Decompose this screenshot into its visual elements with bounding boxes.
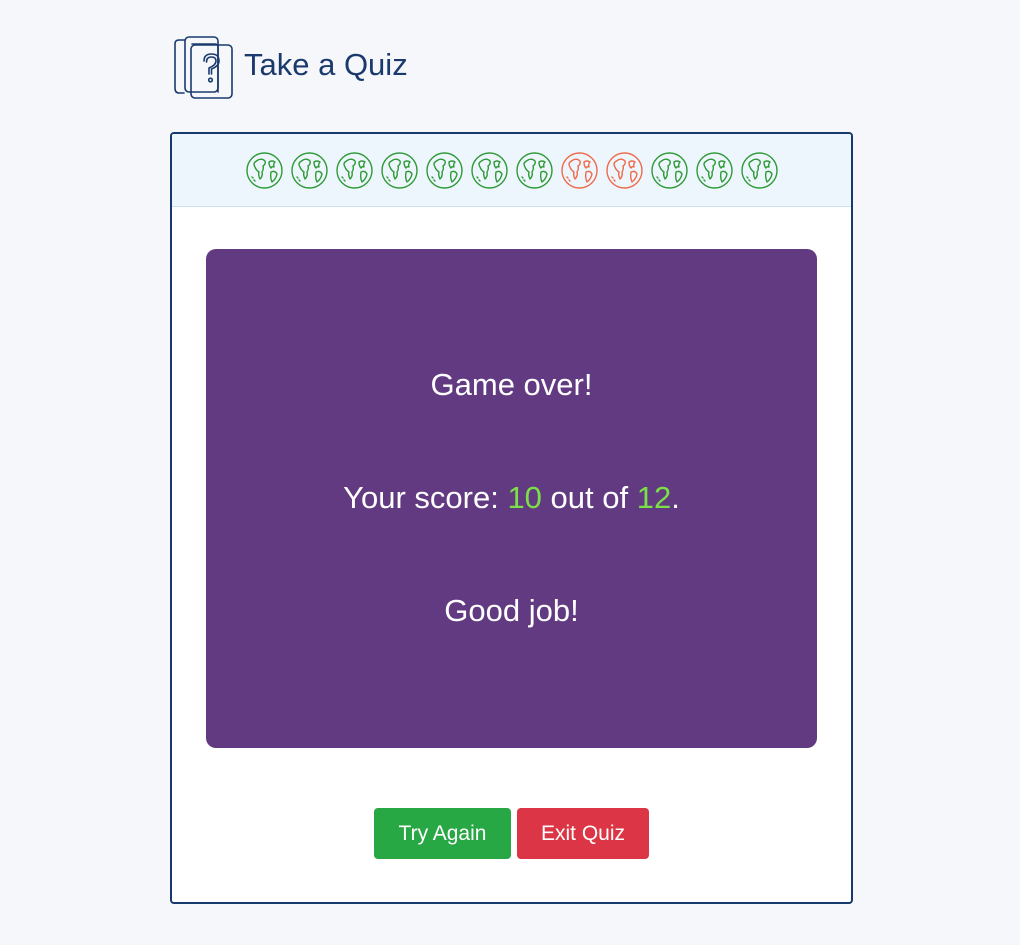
- globe-icon: [560, 151, 598, 189]
- feedback-message: Good job!: [444, 593, 579, 628]
- score-middle: out of: [541, 480, 637, 515]
- globe-icon: [380, 151, 418, 189]
- globe-icon: [335, 151, 373, 189]
- question-progress-bar: [172, 134, 851, 207]
- globe-icon: [290, 151, 328, 189]
- score-suffix: .: [671, 480, 680, 515]
- score-total: 12: [636, 480, 672, 515]
- globe-icon: [740, 151, 778, 189]
- score-value: 10: [507, 480, 542, 515]
- game-over-text: Game over!: [430, 367, 593, 402]
- globe-icon: [245, 151, 283, 189]
- exit-quiz-button[interactable]: Exit Quiz: [517, 808, 649, 859]
- globe-icon: [650, 151, 688, 189]
- page-title: Take a Quiz: [244, 46, 408, 82]
- quiz-card: Game over! Your score: 10 out of 12. Goo…: [170, 132, 853, 904]
- page-header: Take a Quiz: [172, 35, 408, 99]
- globe-icon: [515, 151, 553, 189]
- result-panel: Game over! Your score: 10 out of 12. Goo…: [206, 249, 817, 748]
- score-prefix: Your score:: [343, 480, 508, 515]
- globe-icon: [605, 151, 643, 189]
- globe-icon: [425, 151, 463, 189]
- question-cards-icon: [174, 36, 233, 99]
- try-again-button[interactable]: Try Again: [374, 808, 511, 859]
- globe-icon: [470, 151, 508, 189]
- action-buttons: Try Again Exit Quiz: [172, 808, 851, 859]
- score-text: Your score: 10 out of 12.: [206, 482, 817, 513]
- globe-icon: [695, 151, 733, 189]
